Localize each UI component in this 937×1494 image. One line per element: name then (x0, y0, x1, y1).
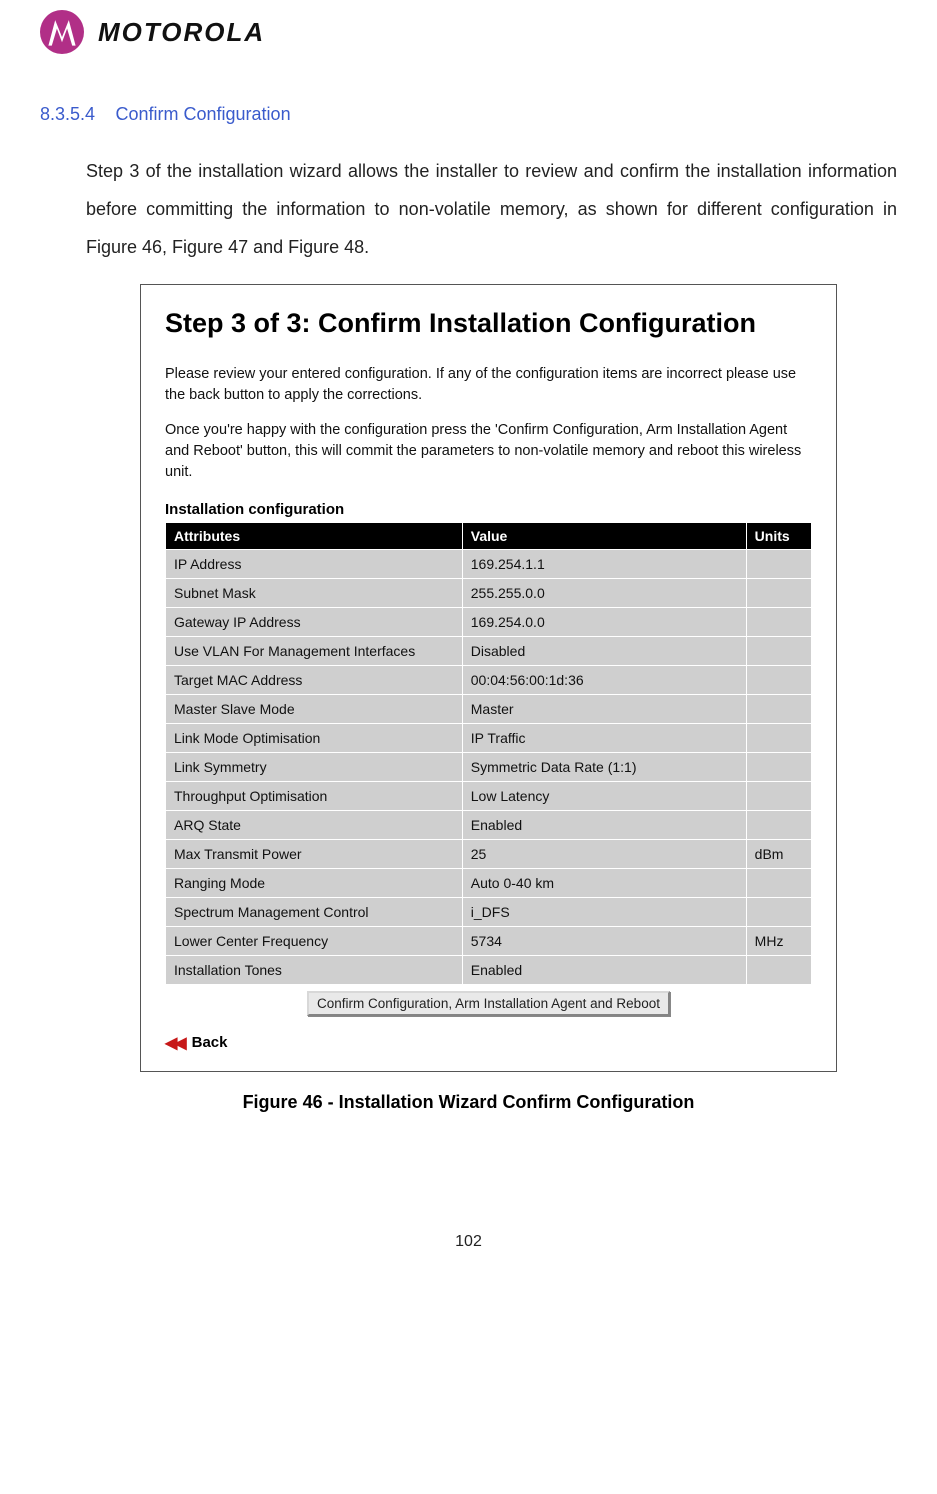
table-row: ARQ StateEnabled (166, 811, 811, 839)
table-row: Link Mode OptimisationIP Traffic (166, 724, 811, 752)
table-row: Subnet Mask255.255.0.0 (166, 579, 811, 607)
cell-units (747, 898, 811, 926)
cell-units (747, 956, 811, 984)
cell-attribute: Subnet Mask (166, 579, 462, 607)
table-row: Master Slave ModeMaster (166, 695, 811, 723)
cell-value: Enabled (463, 956, 746, 984)
wizard-intro-1: Please review your entered configuration… (165, 364, 812, 406)
config-subheading: Installation configuration (165, 501, 812, 518)
confirm-reboot-button[interactable]: Confirm Configuration, Arm Installation … (307, 991, 670, 1016)
cell-value: 169.254.0.0 (463, 608, 746, 636)
cell-units (747, 637, 811, 665)
cell-attribute: Use VLAN For Management Interfaces (166, 637, 462, 665)
table-row: Link SymmetrySymmetric Data Rate (1:1) (166, 753, 811, 781)
table-row: Spectrum Management Controli_DFS (166, 898, 811, 926)
cell-attribute: Installation Tones (166, 956, 462, 984)
cell-units: dBm (747, 840, 811, 868)
cell-units (747, 811, 811, 839)
section-title: Confirm Configuration (116, 104, 291, 124)
cell-attribute: Link Symmetry (166, 753, 462, 781)
brand-wordmark: MOTOROLA (98, 17, 265, 48)
cell-value: Enabled (463, 811, 746, 839)
cell-units (747, 579, 811, 607)
cell-value: 255.255.0.0 (463, 579, 746, 607)
cell-attribute: Max Transmit Power (166, 840, 462, 868)
cell-units: MHz (747, 927, 811, 955)
cell-units (747, 550, 811, 578)
col-value: Value (463, 523, 746, 549)
cell-value: Master (463, 695, 746, 723)
table-row: Target MAC Address00:04:56:00:1d:36 (166, 666, 811, 694)
cell-attribute: Lower Center Frequency (166, 927, 462, 955)
wizard-intro-2: Once you're happy with the configuration… (165, 420, 812, 483)
cell-attribute: Gateway IP Address (166, 608, 462, 636)
table-row: Throughput OptimisationLow Latency (166, 782, 811, 810)
cell-value: Auto 0-40 km (463, 869, 746, 897)
figure-caption: Figure 46 - Installation Wizard Confirm … (40, 1092, 897, 1113)
table-row: Installation TonesEnabled (166, 956, 811, 984)
cell-attribute: ARQ State (166, 811, 462, 839)
table-header-row: Attributes Value Units (166, 523, 811, 549)
wizard-step-title: Step 3 of 3: Confirm Installation Config… (165, 305, 812, 341)
table-row: IP Address169.254.1.1 (166, 550, 811, 578)
back-link[interactable]: ◀◀ Back (165, 1033, 812, 1053)
config-table: Attributes Value Units IP Address169.254… (165, 522, 812, 1023)
cell-value: 25 (463, 840, 746, 868)
cell-attribute: Throughput Optimisation (166, 782, 462, 810)
table-row: Max Transmit Power25dBm (166, 840, 811, 868)
col-attributes: Attributes (166, 523, 462, 549)
back-label: Back (192, 1034, 228, 1051)
body-paragraph: Step 3 of the installation wizard allows… (86, 153, 897, 266)
cell-value: IP Traffic (463, 724, 746, 752)
cell-value: 00:04:56:00:1d:36 (463, 666, 746, 694)
cell-value: Symmetric Data Rate (1:1) (463, 753, 746, 781)
cell-value: Low Latency (463, 782, 746, 810)
table-row: Ranging ModeAuto 0-40 km (166, 869, 811, 897)
cell-units (747, 869, 811, 897)
table-row: Use VLAN For Management InterfacesDisabl… (166, 637, 811, 665)
cell-attribute: Spectrum Management Control (166, 898, 462, 926)
cell-attribute: Ranging Mode (166, 869, 462, 897)
confirm-button-row: Confirm Configuration, Arm Installation … (166, 985, 811, 1022)
cell-units (747, 666, 811, 694)
cell-attribute: Target MAC Address (166, 666, 462, 694)
cell-attribute: Master Slave Mode (166, 695, 462, 723)
cell-value: 5734 (463, 927, 746, 955)
cell-value: 169.254.1.1 (463, 550, 746, 578)
figure-frame: Step 3 of 3: Confirm Installation Config… (140, 284, 837, 1072)
section-heading: 8.3.5.4 Confirm Configuration (40, 104, 897, 125)
table-row: Gateway IP Address169.254.0.0 (166, 608, 811, 636)
cell-attribute: IP Address (166, 550, 462, 578)
cell-value: Disabled (463, 637, 746, 665)
cell-units (747, 782, 811, 810)
table-row: Lower Center Frequency5734MHz (166, 927, 811, 955)
cell-units (747, 695, 811, 723)
motorola-logo-icon (40, 10, 84, 54)
section-number: 8.3.5.4 (40, 104, 95, 124)
cell-units (747, 753, 811, 781)
cell-value: i_DFS (463, 898, 746, 926)
cell-units (747, 608, 811, 636)
cell-units (747, 724, 811, 752)
cell-attribute: Link Mode Optimisation (166, 724, 462, 752)
page-number: 102 (40, 1233, 897, 1251)
col-units: Units (747, 523, 811, 549)
back-arrow-icon: ◀◀ (165, 1033, 184, 1053)
brand-header: MOTOROLA (40, 10, 897, 54)
